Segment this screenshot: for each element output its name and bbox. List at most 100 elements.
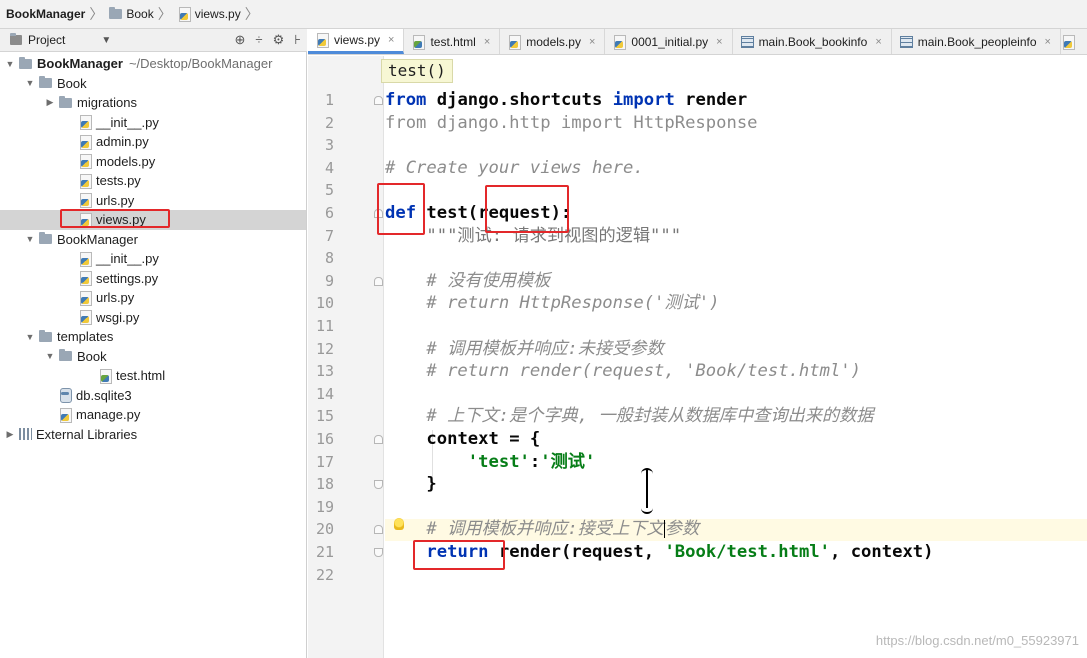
line-number: 10 (315, 294, 334, 313)
expand-down-icon[interactable]: ▼ (24, 332, 36, 342)
more-tabs-icon[interactable] (1061, 29, 1077, 54)
line-number: 6 (324, 204, 334, 222)
code-line[interactable]: # Create your views here. (385, 157, 1085, 179)
code-comment: # Create your views here. (385, 157, 644, 178)
editor-tab[interactable]: models.py × (500, 29, 606, 54)
tree-item[interactable]: ▼ Book (0, 347, 306, 367)
expand-down-icon[interactable]: ▼ (44, 351, 56, 361)
code-line[interactable]: from django.http import HttpResponse (385, 112, 1085, 134)
close-icon[interactable]: × (388, 34, 394, 46)
code-line[interactable]: from django.shortcuts import render (385, 89, 1085, 111)
expand-down-icon[interactable]: ▼ (24, 78, 36, 88)
close-icon[interactable]: × (589, 36, 595, 48)
tree-item[interactable]: admin.py (0, 132, 306, 152)
code-line[interactable]: } (385, 473, 1085, 495)
expand-right-icon[interactable]: ▶ (44, 97, 56, 108)
tree-item[interactable]: __init__.py (0, 113, 306, 133)
close-icon[interactable]: × (716, 36, 722, 48)
folder-icon (109, 7, 123, 19)
tree-item[interactable]: ▼ BookManager (0, 230, 306, 250)
tree-item[interactable]: test.html (0, 366, 306, 386)
tree-item[interactable]: ▼ Book (0, 74, 306, 94)
locate-file-icon[interactable]: ⊕ (235, 32, 246, 48)
expand-right-icon[interactable]: ▶ (4, 429, 16, 440)
fold-marker-icon[interactable] (374, 525, 383, 535)
tree-item[interactable]: tests.py (0, 171, 306, 191)
tree-item[interactable]: ▶ External Libraries (0, 425, 306, 445)
breadcrumb-item[interactable]: BookManager (6, 7, 85, 21)
line-number: 16 (315, 430, 334, 448)
code-line[interactable]: # 调用模板并响应:未接受参数 (385, 338, 1085, 360)
tree-item-label: wsgi.py (96, 309, 140, 325)
code-line[interactable]: # return render(request, 'Book/test.html… (385, 360, 1085, 382)
close-icon[interactable]: × (1045, 36, 1051, 48)
python-file-icon (79, 310, 92, 326)
breadcrumb-item[interactable]: views.py (178, 7, 241, 22)
fold-marker-icon[interactable] (374, 480, 383, 490)
tree-item-label: manage.py (76, 407, 141, 423)
breadcrumb-label: Book (126, 7, 154, 21)
code-line[interactable] (385, 247, 1085, 269)
project-tree: ▼ BookManager ~/Desktop/BookManager ▼ Book ▶ m… (0, 52, 307, 658)
project-panel-header: Project ▼ ⊕ ÷ ⚙ ⊦ (0, 29, 307, 52)
tab-label: main.Book_bookinfo (758, 34, 868, 49)
expand-down-icon[interactable]: ▼ (24, 234, 36, 244)
close-icon[interactable]: × (875, 36, 881, 48)
fold-marker-icon[interactable] (374, 435, 383, 444)
code-token: context = { (426, 429, 541, 449)
code-line[interactable]: # return HttpResponse('测试') (385, 292, 1085, 314)
code-keyword: from (385, 90, 427, 110)
editor-tab[interactable]: test.html × (404, 29, 501, 54)
collapse-all-icon[interactable]: ÷ (255, 32, 262, 48)
hide-panel-icon[interactable]: ⊦ (294, 32, 301, 48)
fold-marker-icon[interactable] (374, 276, 383, 286)
tree-item[interactable]: ▼ templates (0, 327, 306, 347)
code-comment: # return render(request, 'Book/test.html… (385, 361, 861, 382)
fold-marker-icon[interactable] (374, 96, 383, 105)
chevron-down-icon[interactable]: ▼ (101, 35, 111, 46)
code-line[interactable] (385, 383, 1085, 405)
editor-tab[interactable]: views.py × (308, 29, 405, 54)
code-line[interactable]: 'test':'测试' (385, 451, 1085, 473)
line-number: 8 (324, 249, 334, 268)
breadcrumb-separator: 〉 (89, 6, 104, 22)
tree-item-label: db.sqlite3 (76, 387, 132, 403)
editor-tab[interactable]: main.Book_peopleinfo × (892, 29, 1061, 54)
line-number: 13 (315, 362, 334, 381)
code-line[interactable]: # 上下文:是个字典, 一般封装从数据库中查询出来的数据 (385, 405, 1085, 427)
tab-label: models.py (526, 34, 581, 49)
close-icon[interactable]: × (484, 36, 490, 48)
folder-icon (39, 76, 52, 89)
tree-item[interactable]: wsgi.py (0, 308, 306, 328)
tree-item[interactable]: db.sqlite3 (0, 386, 306, 406)
expand-down-icon[interactable]: ▼ (4, 59, 16, 69)
tree-item[interactable]: urls.py (0, 191, 306, 211)
tree-item-label: settings.py (96, 270, 159, 286)
code-line[interactable] (385, 134, 1085, 156)
tree-item[interactable]: manage.py (0, 405, 306, 425)
breadcrumb-item[interactable]: Book (109, 7, 154, 21)
tree-item[interactable]: settings.py (0, 269, 306, 289)
code-line[interactable]: # 没有使用模板 (385, 270, 1085, 292)
code-line[interactable]: # 调用模板并响应:接受上下文参数 (385, 518, 1085, 540)
tree-item[interactable]: ▼ BookManager ~/Desktop/BookManager (0, 54, 306, 74)
tree-item[interactable]: urls.py (0, 288, 306, 308)
editor-tab[interactable]: main.Book_bookinfo × (733, 29, 892, 54)
gear-icon[interactable]: ⚙ (273, 32, 285, 48)
editor-tab[interactable]: 0001_initial.py × (605, 29, 733, 54)
tree-item[interactable]: ▶ migrations (0, 93, 306, 113)
code-line[interactable]: context = { (385, 428, 1085, 450)
library-icon (19, 428, 32, 441)
tree-item[interactable]: __init__.py (0, 249, 306, 269)
tree-item[interactable]: models.py (0, 152, 306, 172)
code-editor[interactable]: 1 2 3 4 5 6 7 8 9 10 11 12 13 14 15 16 17 18 19 20 21 22 from… (308, 56, 1087, 658)
code-string: 'Book/test.html' (664, 542, 831, 562)
python-file-icon (178, 7, 191, 22)
project-view-selector[interactable]: Project (10, 33, 65, 47)
fold-marker-icon[interactable] (374, 548, 383, 557)
tree-item-label: urls.py (96, 192, 135, 208)
python-file-icon (79, 154, 92, 170)
code-line[interactable] (385, 315, 1085, 337)
lightbulb-icon[interactable] (394, 518, 404, 530)
code-line[interactable] (385, 496, 1085, 518)
